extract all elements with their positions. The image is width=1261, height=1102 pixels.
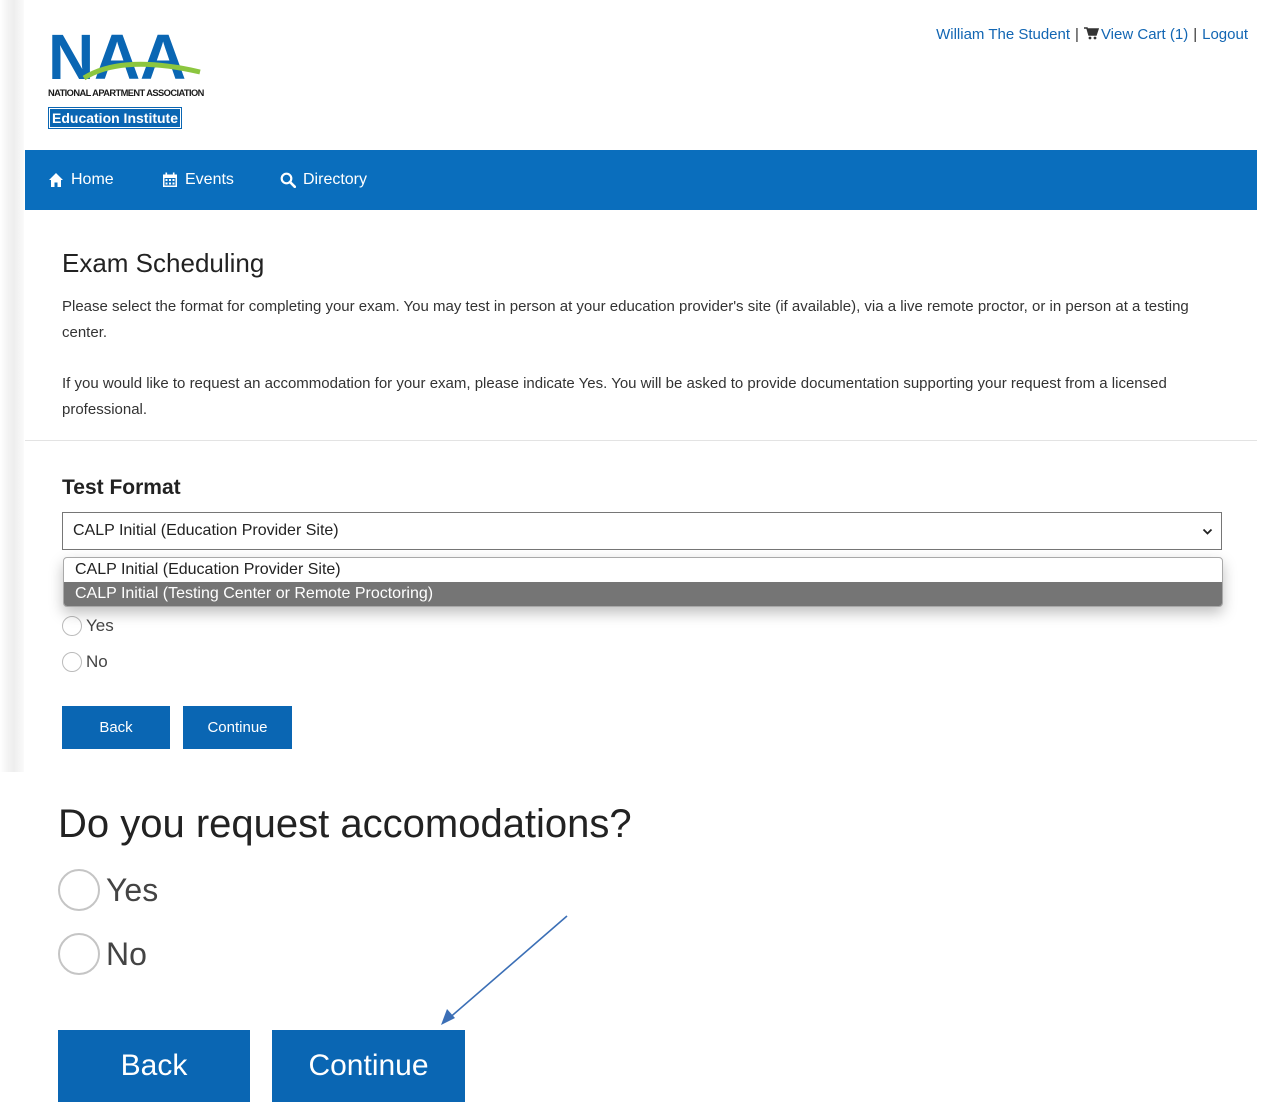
radio-circle[interactable] xyxy=(62,616,82,636)
home-icon xyxy=(49,173,63,187)
test-format-label: Test Format xyxy=(62,476,181,499)
logo-education-institute: Education Institute xyxy=(48,107,182,129)
dropdown-option[interactable]: CALP Initial (Education Provider Site) xyxy=(64,558,1222,582)
naa-logo[interactable]: N A A NATIONAL APARTMENT ASSOCIATION Edu… xyxy=(48,25,204,130)
test-format-selected-value: CALP Initial (Education Provider Site) xyxy=(73,522,339,539)
cart-icon xyxy=(1083,27,1099,40)
continue-button[interactable]: Continue xyxy=(183,706,292,749)
test-format-select[interactable]: CALP Initial (Education Provider Site) xyxy=(62,512,1222,550)
radio-circle[interactable] xyxy=(58,869,100,911)
radio-circle[interactable] xyxy=(58,933,100,975)
radio-no[interactable]: No xyxy=(62,652,108,672)
page-title: Exam Scheduling xyxy=(62,248,265,278)
test-format-dropdown-list: CALP Initial (Education Provider Site) C… xyxy=(63,557,1223,607)
section-divider xyxy=(25,440,1257,441)
zoom-continue-button[interactable]: Continue xyxy=(272,1030,465,1102)
logo-letters: N A A xyxy=(48,25,201,89)
view-cart-link[interactable]: View Cart (1) xyxy=(1083,26,1189,43)
page-edge-shadow xyxy=(0,0,24,772)
radio-yes[interactable]: Yes xyxy=(62,616,114,636)
nav-item-home[interactable]: Home xyxy=(48,150,114,210)
dropdown-option-highlighted[interactable]: CALP Initial (Testing Center or Remote P… xyxy=(64,582,1222,606)
main-nav: Home Events Directory xyxy=(25,150,1257,210)
view-cart-label: View Cart (1) xyxy=(1100,26,1189,43)
nav-label-directory: Directory xyxy=(303,171,368,188)
intro-text: Please select the format for completing … xyxy=(62,298,1189,341)
chevron-down-icon xyxy=(1202,528,1213,535)
page-container: N A A NATIONAL APARTMENT ASSOCIATION Edu… xyxy=(25,0,1257,772)
zoom-radio-no-label: No xyxy=(106,935,147,972)
zoom-back-button[interactable]: Back xyxy=(58,1030,250,1102)
logo-swoosh-icon xyxy=(82,61,201,81)
logo-association-text: NATIONAL APARTMENT ASSOCIATION xyxy=(48,88,204,99)
radio-yes-label: Yes xyxy=(86,616,114,635)
calendar-icon xyxy=(163,172,177,187)
radio-circle[interactable] xyxy=(62,652,82,672)
radio-no-label: No xyxy=(86,652,108,671)
zoom-radio-yes[interactable]: Yes xyxy=(58,869,158,911)
zoom-radio-no[interactable]: No xyxy=(58,933,147,975)
zoom-accommodation-question: Do you request accomodations? xyxy=(58,802,632,846)
search-icon xyxy=(280,172,296,188)
separator: | xyxy=(1075,26,1079,43)
zoom-radio-yes-label: Yes xyxy=(106,871,159,908)
nav-item-directory[interactable]: Directory xyxy=(280,150,367,210)
separator: | xyxy=(1193,26,1198,43)
nav-item-events[interactable]: Events xyxy=(162,150,234,210)
user-name-link[interactable]: William The Student xyxy=(936,26,1070,43)
logout-link[interactable]: Logout xyxy=(1202,26,1248,43)
back-button[interactable]: Back xyxy=(62,706,170,749)
user-links: William The Student | View Cart (1) | Logout xyxy=(936,26,1248,43)
nav-label-events: Events xyxy=(185,171,234,188)
accommodation-note: If you would like to request an accommod… xyxy=(62,375,1167,418)
nav-label-home: Home xyxy=(71,171,114,188)
